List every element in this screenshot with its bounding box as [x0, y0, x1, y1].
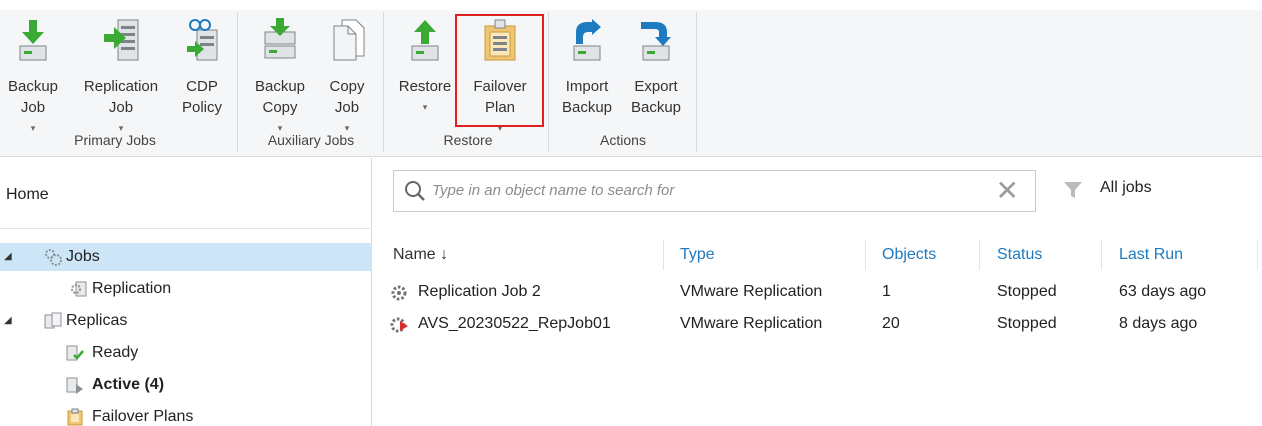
job-type-cell: VMware Replication	[680, 315, 823, 332]
column-header-status[interactable]: Status	[997, 246, 1042, 264]
nav-title-divider	[0, 228, 372, 229]
replicas-icon	[44, 312, 62, 329]
nav-title: Home	[6, 186, 49, 203]
tree-item-label: Failover Plans	[92, 408, 194, 425]
ribbon-separator	[696, 12, 697, 152]
tree-item-label: Jobs	[66, 248, 100, 265]
ribbon: Backup Job ▾ Replication Job ▾ CDP Policy P…	[0, 0, 1262, 157]
column-divider[interactable]	[663, 240, 664, 270]
job-name-cell: Replication Job 2	[418, 283, 541, 300]
ribbon-separator	[548, 12, 549, 152]
tree-expander-icon[interactable]: ◢	[4, 307, 12, 335]
filter-icon[interactable]	[1063, 180, 1083, 200]
tree-item-active[interactable]: Active (4)	[0, 371, 372, 399]
tree-item-replicas[interactable]: ◢ Replicas	[0, 307, 372, 335]
replication-job-gear-icon	[391, 285, 407, 301]
column-divider[interactable]	[979, 240, 980, 270]
column-header-objects[interactable]: Objects	[882, 246, 936, 264]
restore-group-label: Restore	[443, 132, 493, 148]
column-header-name[interactable]: Name ↓	[393, 246, 448, 264]
import-backup-icon	[573, 19, 601, 61]
tree-expander-icon[interactable]: ◢	[4, 243, 12, 271]
replication-job-error-icon	[390, 317, 408, 333]
column-label: Name ↓	[393, 246, 449, 263]
ribbon-top-strip	[0, 0, 1262, 10]
navigation-pane: Home ◢ Jobs Replication ◢ Replicas Ready	[0, 158, 372, 426]
search-input[interactable]: Type in an object name to search for	[432, 182, 674, 199]
last-run-cell: 63 days ago	[1119, 283, 1207, 300]
tree-item-jobs[interactable]: ◢ Jobs	[0, 243, 372, 271]
auxiliary-jobs-group-label: Auxiliary Jobs	[267, 132, 355, 148]
column-divider[interactable]	[1101, 240, 1102, 270]
restore-icon	[411, 20, 439, 61]
export-backup-icon	[641, 22, 671, 61]
replication-job-icon	[71, 281, 87, 297]
backup-job-icon	[19, 20, 47, 61]
status-cell: Stopped	[997, 283, 1057, 300]
status-cell: Stopped	[997, 315, 1057, 332]
ready-replica-icon	[66, 345, 84, 361]
column-divider[interactable]	[865, 240, 866, 270]
column-divider[interactable]	[1257, 240, 1258, 270]
ribbon-separator	[237, 12, 238, 152]
active-replica-icon	[66, 377, 83, 394]
main-content: Type in an object name to search for ✕ A…	[373, 158, 1262, 426]
job-name-cell: AVS_20230522_RepJob01	[418, 315, 611, 332]
search-icon	[405, 181, 425, 201]
column-header-last-run[interactable]: Last Run	[1119, 246, 1183, 264]
search-box[interactable]: Type in an object name to search for ✕	[393, 170, 1036, 212]
jobs-gear-icon	[45, 249, 62, 266]
tree-item-ready[interactable]: Ready	[0, 339, 372, 367]
tree-item-label: Ready	[92, 344, 139, 361]
backup-copy-icon	[264, 18, 296, 59]
objects-cell: 1	[882, 283, 891, 300]
failover-plan-icon	[67, 408, 83, 426]
tree-item-failover-plans[interactable]: Failover Plans	[0, 403, 372, 426]
tree-item-label: Replicas	[66, 312, 128, 329]
column-header-type[interactable]: Type	[680, 246, 715, 264]
objects-cell: 20	[882, 315, 900, 332]
last-run-cell: 8 days ago	[1119, 315, 1198, 332]
clear-search-icon[interactable]: ✕	[996, 177, 1019, 205]
job-type-cell: VMware Replication	[680, 283, 823, 300]
tree-item-label: Replication	[92, 280, 172, 297]
tree-item-replication[interactable]: Replication	[0, 275, 372, 303]
copy-job-icon	[333, 19, 365, 61]
actions-group-label: Actions	[600, 132, 646, 148]
ribbon-separator	[383, 12, 384, 152]
failover-plan-highlight-box	[455, 14, 544, 127]
filter-dropdown[interactable]: All jobs	[1100, 179, 1152, 197]
cdp-policy-icon	[187, 19, 218, 61]
replication-job-icon	[104, 19, 139, 61]
primary-jobs-group-label: Primary Jobs	[74, 132, 156, 148]
tree-item-label: Active (4)	[92, 376, 165, 393]
